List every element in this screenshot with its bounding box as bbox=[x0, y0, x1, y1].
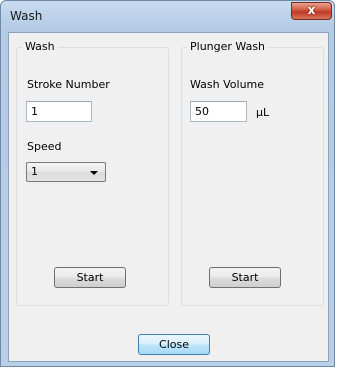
chevron-down-icon bbox=[90, 171, 98, 175]
plunger-start-button[interactable]: Start bbox=[209, 267, 281, 288]
speed-select-value: 1 bbox=[31, 165, 38, 178]
dialog-client-area: Wash Stroke Number 1 Speed 1 Start Plung… bbox=[8, 32, 329, 362]
wash-volume-label: Wash Volume bbox=[190, 78, 265, 91]
speed-label: Speed bbox=[27, 140, 62, 153]
plunger-wash-group-legend: Plunger Wash bbox=[187, 40, 269, 53]
close-icon: x bbox=[307, 3, 316, 17]
stroke-number-label: Stroke Number bbox=[27, 78, 110, 91]
window-close-button[interactable]: x bbox=[291, 2, 332, 20]
close-button[interactable]: Close bbox=[138, 334, 210, 355]
wash-group-legend: Wash bbox=[22, 40, 58, 53]
wash-volume-input[interactable]: 50 bbox=[190, 101, 247, 122]
wash-start-button[interactable]: Start bbox=[54, 267, 126, 288]
window-title: Wash bbox=[10, 9, 43, 23]
stroke-number-input[interactable]: 1 bbox=[26, 101, 92, 122]
wash-volume-unit: μL bbox=[256, 106, 270, 119]
speed-select[interactable]: 1 bbox=[26, 162, 106, 182]
wash-dialog-window: Wash x Wash Stroke Number 1 Speed 1 Star… bbox=[0, 0, 335, 367]
